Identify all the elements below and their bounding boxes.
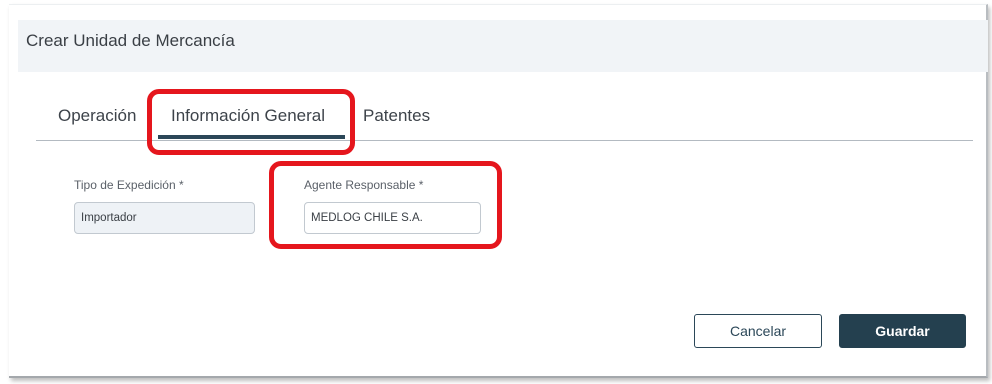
tab-patentes[interactable]: Patentes <box>363 106 430 126</box>
dialog-title: Crear Unidad de Mercancía <box>26 31 235 50</box>
tipo-expedicion-field: Importador <box>74 202 255 234</box>
tab-highlight-annotation <box>147 89 355 155</box>
save-button[interactable]: Guardar <box>839 314 966 348</box>
agent-field-highlight-annotation <box>269 161 502 249</box>
dialog-header: Crear Unidad de Mercancía <box>18 20 988 72</box>
tab-operacion[interactable]: Operación <box>58 106 136 126</box>
tipo-expedicion-label: Tipo de Expedición * <box>74 178 184 192</box>
cancel-button[interactable]: Cancelar <box>694 314 822 348</box>
